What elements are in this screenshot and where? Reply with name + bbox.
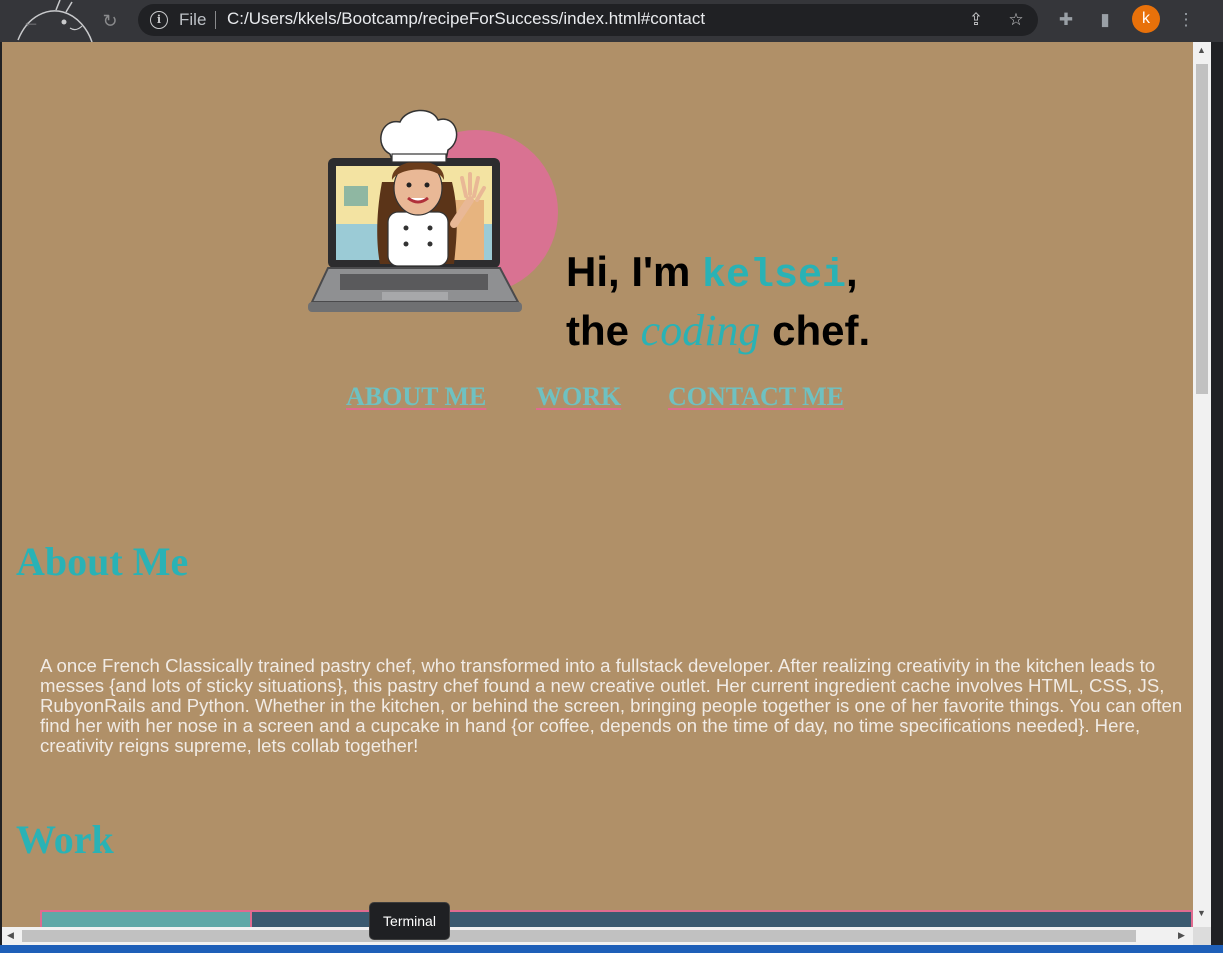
vertical-scrollbar[interactable]: ▲ ▼ [1193, 42, 1211, 927]
hero-chef: chef. [760, 307, 871, 354]
hero-greeting: Hi, I'm [566, 248, 703, 295]
scroll-up-arrow-icon[interactable]: ▲ [1197, 45, 1206, 55]
hero-line-2: the coding chef. [566, 304, 870, 358]
scroll-down-arrow-icon[interactable]: ▼ [1197, 908, 1206, 918]
window-edge [1211, 42, 1223, 927]
reload-icon[interactable]: ↻ [97, 8, 123, 34]
info-icon[interactable]: i [150, 11, 168, 29]
hero-name: kelsei [702, 254, 847, 299]
star-icon[interactable]: ☆ [1006, 10, 1026, 30]
horizontal-scroll-thumb[interactable] [22, 930, 1136, 942]
about-heading: About Me [16, 539, 189, 584]
extensions-icon[interactable]: ✚ [1055, 9, 1077, 31]
browser-toolbar: ← ↻ i File C:/Users/kkels/Bootcamp/recip… [0, 0, 1223, 42]
hero-comma: , [846, 248, 858, 295]
scrollbar-corner [1193, 927, 1211, 945]
scheme-label: File [179, 10, 207, 29]
terminal-tooltip: Terminal [369, 902, 450, 940]
page-viewport[interactable]: Hi, I'm kelsei, the coding chef. ABOUT M… [2, 42, 1193, 927]
hero-coding: coding [640, 306, 761, 355]
sidepanel-icon[interactable]: ▮ [1094, 9, 1116, 31]
work-heading: Work [16, 817, 114, 862]
nav-link-about-me[interactable]: ABOUT ME [346, 382, 486, 412]
editor-status-bar [0, 945, 1223, 953]
about-paragraph: A once French Classically trained pastry… [40, 655, 1183, 756]
nav-link-contact-me[interactable]: CONTACT ME [668, 382, 844, 412]
hero-line-1: Hi, I'm kelsei, [566, 245, 870, 304]
address-bar[interactable]: i File C:/Users/kkels/Bootcamp/recipeFor… [138, 4, 1038, 36]
scroll-right-arrow-icon[interactable]: ▶ [1178, 930, 1185, 941]
work-card[interactable] [40, 910, 252, 927]
horizontal-scrollbar[interactable]: ◀ ▶ [2, 927, 1193, 945]
profile-avatar[interactable]: k [1132, 5, 1160, 33]
url-text[interactable]: C:/Users/kkels/Bootcamp/recipeForSuccess… [227, 9, 705, 29]
vertical-scroll-thumb[interactable] [1196, 64, 1208, 394]
back-icon[interactable]: ← [18, 8, 44, 34]
share-icon[interactable]: ⇪ [966, 10, 986, 30]
nav-link-work[interactable]: WORK [536, 382, 621, 412]
scroll-left-arrow-icon[interactable]: ◀ [7, 930, 14, 941]
hero-the: the [566, 307, 641, 354]
hero-heading: Hi, I'm kelsei, the coding chef. [566, 245, 870, 358]
chef-laptop-avatar-image [308, 109, 558, 312]
menu-icon[interactable]: ⋮ [1175, 9, 1197, 31]
address-separator [215, 11, 216, 29]
